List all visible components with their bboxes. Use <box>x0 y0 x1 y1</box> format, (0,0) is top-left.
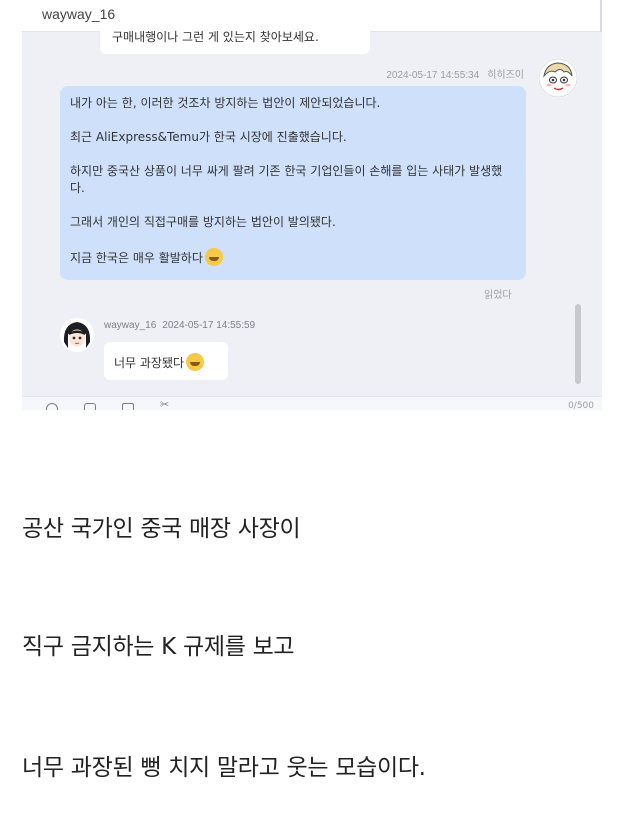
incoming-message-text: 너무 과장됐다 <box>114 356 185 370</box>
dark-hair-girl-icon <box>60 318 94 352</box>
header-divider <box>600 0 602 32</box>
crying-laughing-emoji-icon <box>204 248 223 266</box>
file-attach-icon[interactable] <box>122 403 134 410</box>
character-counter: 0/500 <box>568 401 594 410</box>
incoming-message-bubble[interactable]: 너무 과장됐다 <box>104 342 228 380</box>
incoming-timestamp: 2024-05-17 14:55:59 <box>162 320 256 331</box>
outgoing-paragraph: 내가 아는 한, 이러한 것조차 방지하는 법안이 제안되었습니다. <box>70 96 381 110</box>
emoji-picker-icon[interactable] <box>46 403 58 410</box>
caption-line: 공산 국가인 중국 매장 사장이 <box>22 516 301 542</box>
incoming-sender-name: wayway_16 <box>104 320 157 331</box>
image-upload-icon[interactable] <box>84 403 96 410</box>
caption-line: 직구 금지하는 K 규제를 보고 <box>22 634 295 660</box>
chat-partner-name: wayway_16 <box>42 6 116 22</box>
input-toolbar: ✂ 0/500 <box>22 396 602 410</box>
caption-line: 너무 과장된 뻥 치지 말라고 웃는 모습이다. <box>22 755 426 781</box>
my-avatar[interactable] <box>538 58 578 98</box>
previous-message-text: 구매내행이나 그런 게 있는지 찾아보세요. <box>112 30 319 44</box>
anime-face-icon <box>538 58 578 98</box>
outgoing-paragraph: 그래서 개인의 직접구매를 방지하는 법안이 발의됐다. <box>70 215 336 229</box>
outgoing-sender-name: 히히즈이 <box>487 70 524 81</box>
outgoing-paragraph: 최근 AliExpress&Temu가 한국 시장에 진출했습니다. <box>70 130 347 144</box>
previous-message-bubble: 구매내행이나 그런 게 있는지 찾아보세요. <box>100 22 370 54</box>
laughing-emoji-icon <box>186 353 205 371</box>
outgoing-message-meta: 2024-05-17 14:55:34 히히즈이 <box>386 66 524 81</box>
scrollbar-thumb[interactable] <box>575 304 581 384</box>
chat-window: wayway_16 구매내행이나 그런 게 있는지 찾아보세요. 2024-05… <box>22 0 602 410</box>
chat-scrollbar[interactable] <box>570 300 584 390</box>
read-receipt: 읽었다 <box>484 290 512 301</box>
outgoing-paragraph: 하지만 중국산 상품이 너무 싸게 팔려 기존 한국 기업인들이 손해를 입는 … <box>70 164 503 195</box>
partner-avatar[interactable] <box>60 318 94 352</box>
outgoing-timestamp: 2024-05-17 14:55:34 <box>386 70 480 81</box>
scissors-icon[interactable]: ✂ <box>160 398 172 410</box>
outgoing-paragraph-last-text: 지금 한국은 매우 활발하다 <box>70 251 203 265</box>
outgoing-paragraph-last: 지금 한국은 매우 활발하다 <box>70 248 516 267</box>
incoming-message-meta: wayway_16 2024-05-17 14:55:59 <box>104 320 255 331</box>
outgoing-message-bubble[interactable]: 내가 아는 한, 이러한 것조차 방지하는 법안이 제안되었습니다. 최근 Al… <box>60 86 526 280</box>
